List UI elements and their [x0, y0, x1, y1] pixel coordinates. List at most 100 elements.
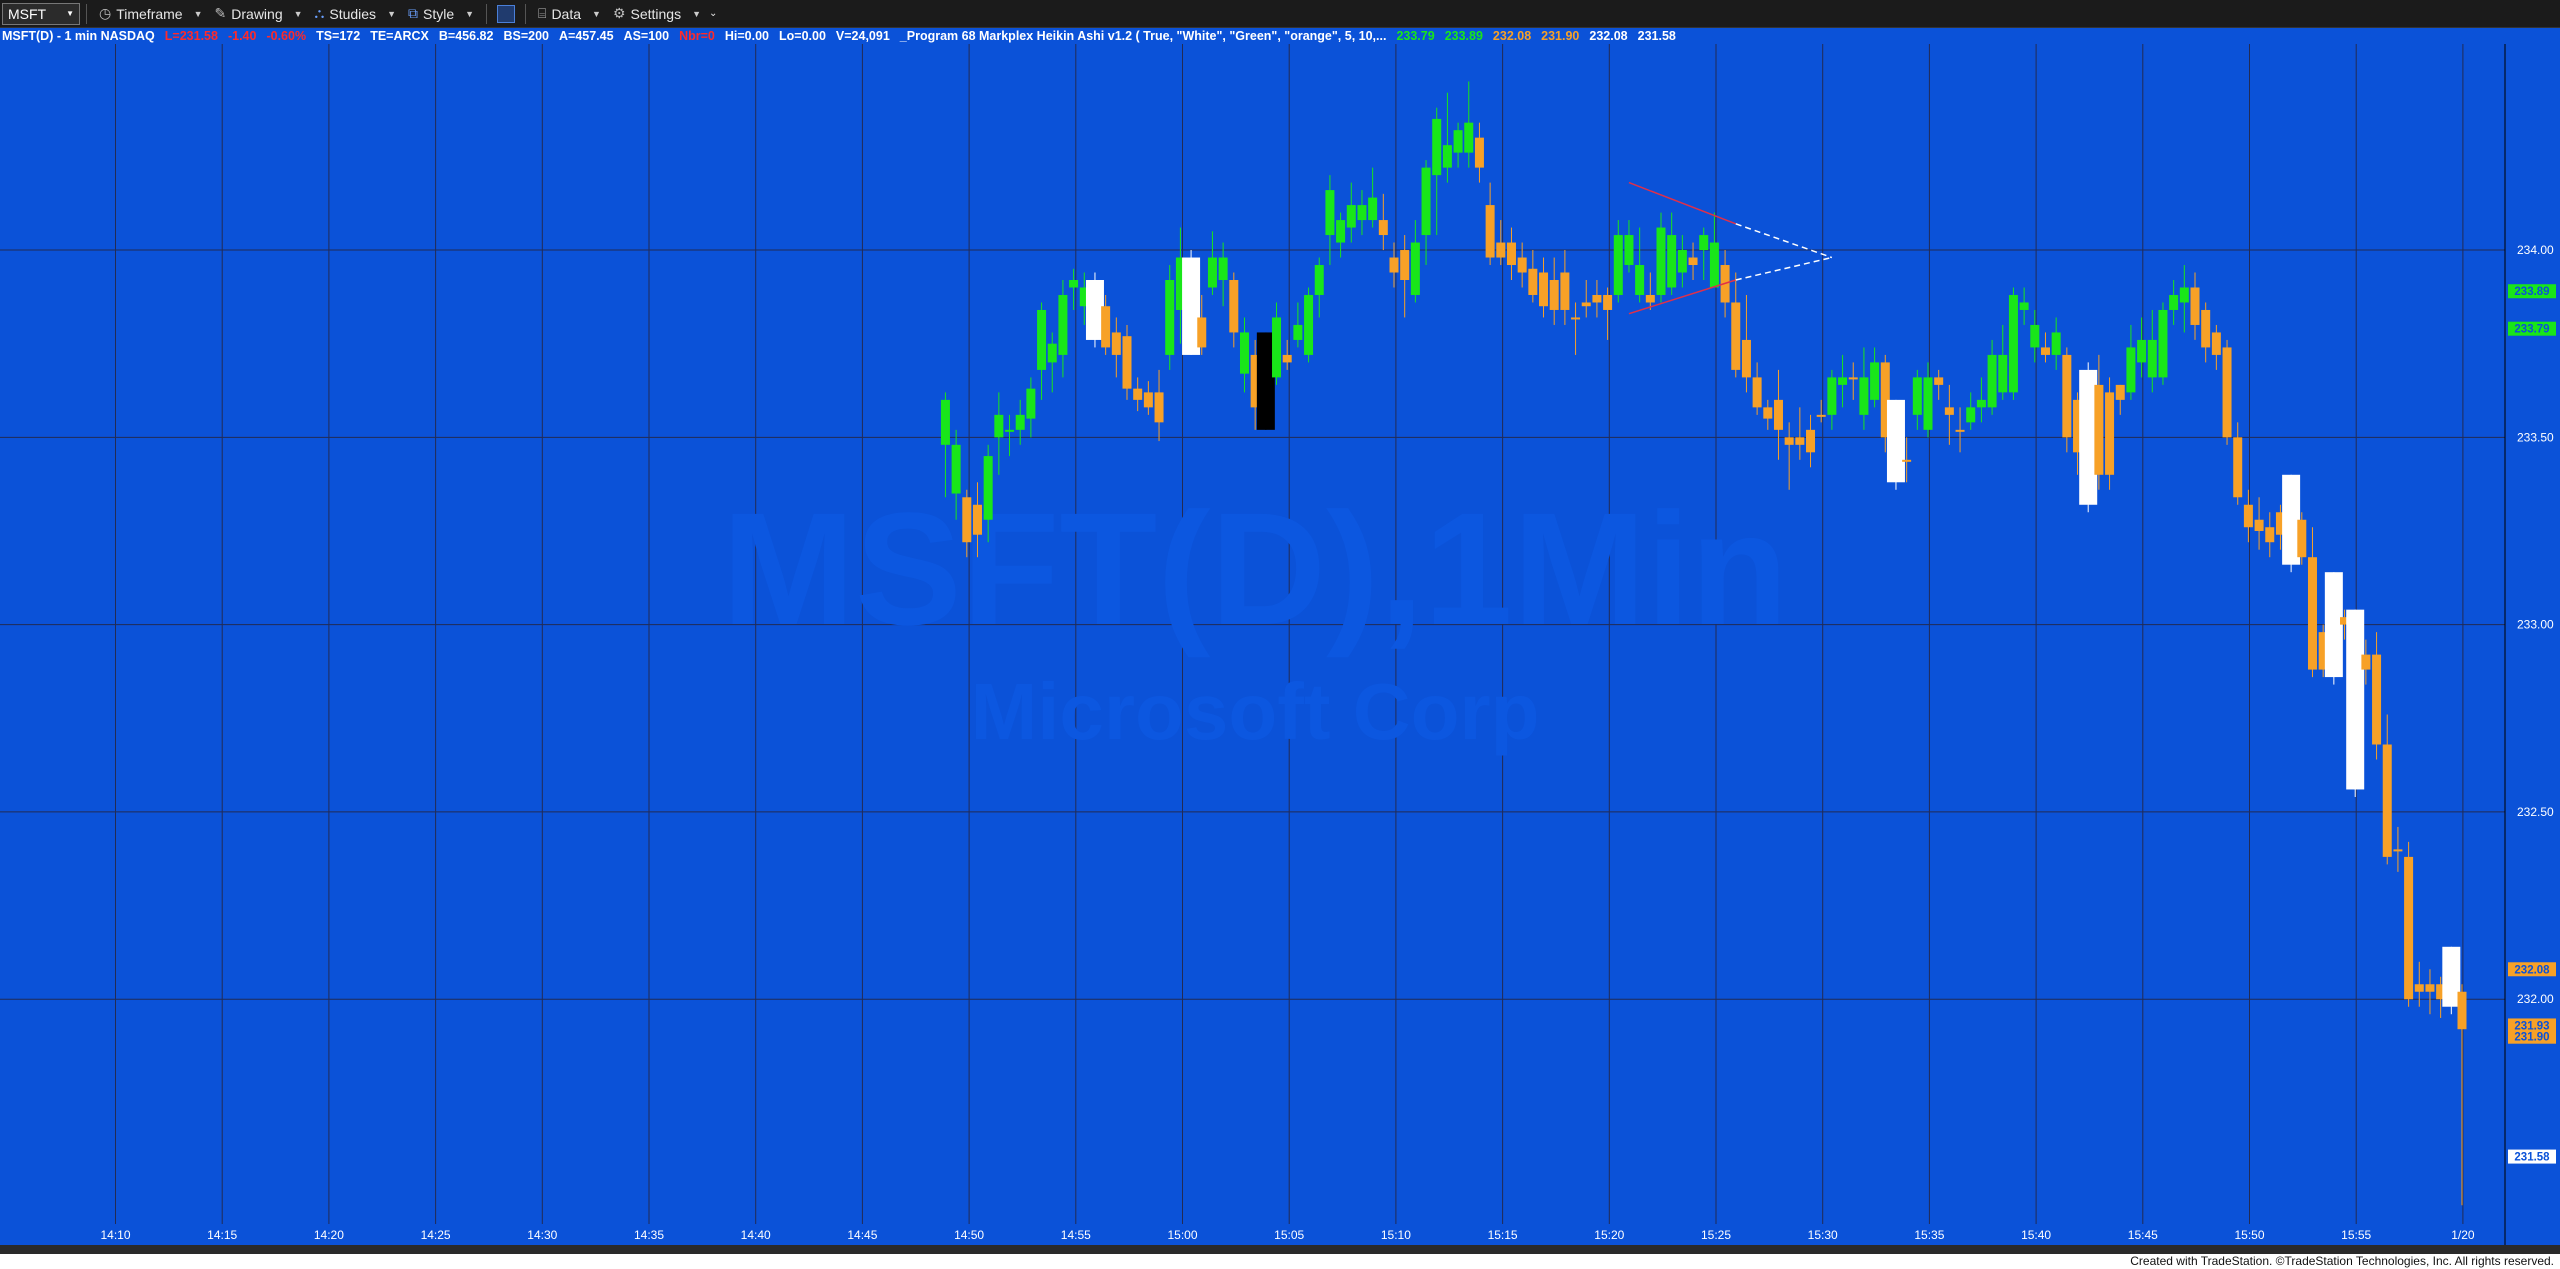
- candle-body: [2297, 519, 2307, 558]
- candle-body: [2040, 347, 2050, 355]
- time-tick-label: 14:35: [634, 1228, 664, 1242]
- studies-label: Studies: [329, 5, 377, 22]
- candle-body: [2019, 302, 2029, 310]
- candle-body: [2126, 347, 2136, 393]
- candle-body: [1998, 354, 2008, 393]
- candle-body: [2393, 849, 2403, 852]
- candle-body: [1432, 118, 1442, 176]
- study-title[interactable]: _Program 68 Markplex Heikin Ashi v1.2 ( …: [900, 29, 1387, 43]
- candle-body: [1122, 336, 1132, 389]
- candle-body: [1400, 250, 1410, 280]
- symbol-selector[interactable]: MSFT ▼: [2, 2, 80, 25]
- candle-body: [1464, 122, 1474, 153]
- candle-body: [1763, 407, 1773, 419]
- candle-body: [1699, 235, 1709, 251]
- ask-size: AS=100: [623, 29, 670, 43]
- candle-body: [1752, 377, 1762, 408]
- candle-body: [2211, 332, 2221, 355]
- chevron-down-icon: ▼: [66, 9, 74, 18]
- candle-body: [1816, 414, 1826, 417]
- study-value-1: 233.79: [1396, 29, 1435, 43]
- settings-label: Settings: [630, 5, 682, 22]
- candle-body: [1207, 257, 1217, 288]
- time-tick-label: 14:15: [207, 1228, 237, 1242]
- candle-body: [1143, 392, 1153, 408]
- overflow-icon[interactable]: ⌄: [709, 8, 717, 19]
- time-tick-label: 15:00: [1167, 1228, 1197, 1242]
- candle-body: [2105, 392, 2115, 475]
- candle-body: [1378, 220, 1388, 236]
- time-tick-label: 1/20: [2451, 1228, 2475, 1242]
- candle-body: [2414, 984, 2424, 992]
- drawing-menu[interactable]: ✎ Drawing ▼: [215, 5, 303, 22]
- candle-body: [1656, 227, 1666, 295]
- chevron-down-icon: ▼: [293, 8, 303, 19]
- candle-body: [1677, 250, 1687, 273]
- price-marker-label: 231.58: [2514, 1152, 2550, 1164]
- candle-body: [2372, 654, 2382, 745]
- tick-size: TS=172: [316, 29, 361, 43]
- candle-body: [1645, 294, 1655, 303]
- time-axis[interactable]: 14:10 14:15 14:20 14:25 14:30 14:35 14:40 14:45…: [100, 1228, 2474, 1242]
- candle-body: [1859, 377, 1869, 415]
- candle-body: [1592, 294, 1602, 303]
- symbol-description: MSFT(D) - 1 min NASDAQ: [2, 29, 155, 43]
- candle-body: [1304, 294, 1314, 355]
- chart-scrollbar[interactable]: [0, 1245, 2560, 1254]
- candle-body: [1133, 388, 1143, 400]
- study-value-4: 231.90: [1541, 29, 1580, 43]
- style-menu[interactable]: ⧉ Style ▼: [408, 5, 474, 22]
- settings-menu[interactable]: ⚙ Settings ▼: [613, 5, 701, 22]
- candle-body: [1517, 257, 1527, 273]
- price-axis[interactable]: 234.00 233.50 233.00 232.50 232.00 233.89 233.…: [2504, 44, 2560, 1245]
- candle-body: [1635, 265, 1645, 295]
- candle-body: [951, 444, 961, 494]
- candle-body: [1571, 317, 1581, 320]
- time-tick-label: 15:35: [1914, 1228, 1944, 1242]
- candle-body: [1870, 362, 1880, 400]
- candle-body: [1239, 332, 1249, 374]
- candle-body: [1667, 235, 1677, 288]
- candle-body: [994, 414, 1004, 438]
- toolbar-divider: [86, 3, 87, 24]
- candle-body: [1421, 167, 1431, 236]
- time-tick-label: 14:50: [954, 1228, 984, 1242]
- candle-body: [2051, 332, 2061, 355]
- price-tick-label: 232.50: [2517, 805, 2554, 819]
- candle-body: [1357, 205, 1367, 221]
- candle-body: [2243, 504, 2253, 528]
- candle-body: [1496, 242, 1506, 258]
- bid-price: B=456.82: [438, 29, 494, 43]
- time-tick-label: 15:20: [1594, 1228, 1624, 1242]
- candle-body: [1987, 354, 1997, 408]
- candle-body: [962, 497, 972, 543]
- candle-body: [1603, 294, 1613, 310]
- copyright-footer: Created with TradeStation. ©TradeStation…: [0, 1254, 2560, 1269]
- time-tick-label: 15:05: [1274, 1228, 1304, 1242]
- candle-body: [1389, 257, 1399, 273]
- studies-menu[interactable]: ⛬ Studies ▼: [315, 5, 396, 22]
- time-tick-label: 15:50: [2234, 1228, 2264, 1242]
- candle-body: [1037, 309, 1047, 370]
- candle-body: [1934, 377, 1944, 385]
- time-tick-label: 14:45: [847, 1228, 877, 1242]
- price-tick-label: 233.50: [2517, 430, 2554, 444]
- price-chart[interactable]: MSFT(D),1Min Microsoft Corp 234.00 233.50…: [0, 44, 2560, 1245]
- candle-body: [1624, 235, 1634, 266]
- candle-body: [1282, 354, 1292, 363]
- candle-body: [2233, 437, 2243, 498]
- candle-body: [2137, 339, 2147, 363]
- drawing-label: Drawing: [231, 5, 283, 22]
- candle-body: [1912, 377, 1922, 415]
- candle-body: [1026, 388, 1036, 419]
- candle-body: [1368, 197, 1378, 221]
- link-window-button[interactable]: [497, 4, 516, 23]
- candle-body: [1549, 280, 1559, 310]
- time-tick-label: 14:30: [527, 1228, 557, 1242]
- candle-body: [1838, 377, 1848, 385]
- candle-body: [1976, 399, 1986, 408]
- watermark-company: Microsoft Corp: [971, 667, 1540, 756]
- data-menu[interactable]: ⌸ Data ▼: [538, 5, 601, 22]
- timeframe-menu[interactable]: ◷ Timeframe ▼: [99, 5, 203, 22]
- ask-price: A=457.45: [559, 29, 614, 43]
